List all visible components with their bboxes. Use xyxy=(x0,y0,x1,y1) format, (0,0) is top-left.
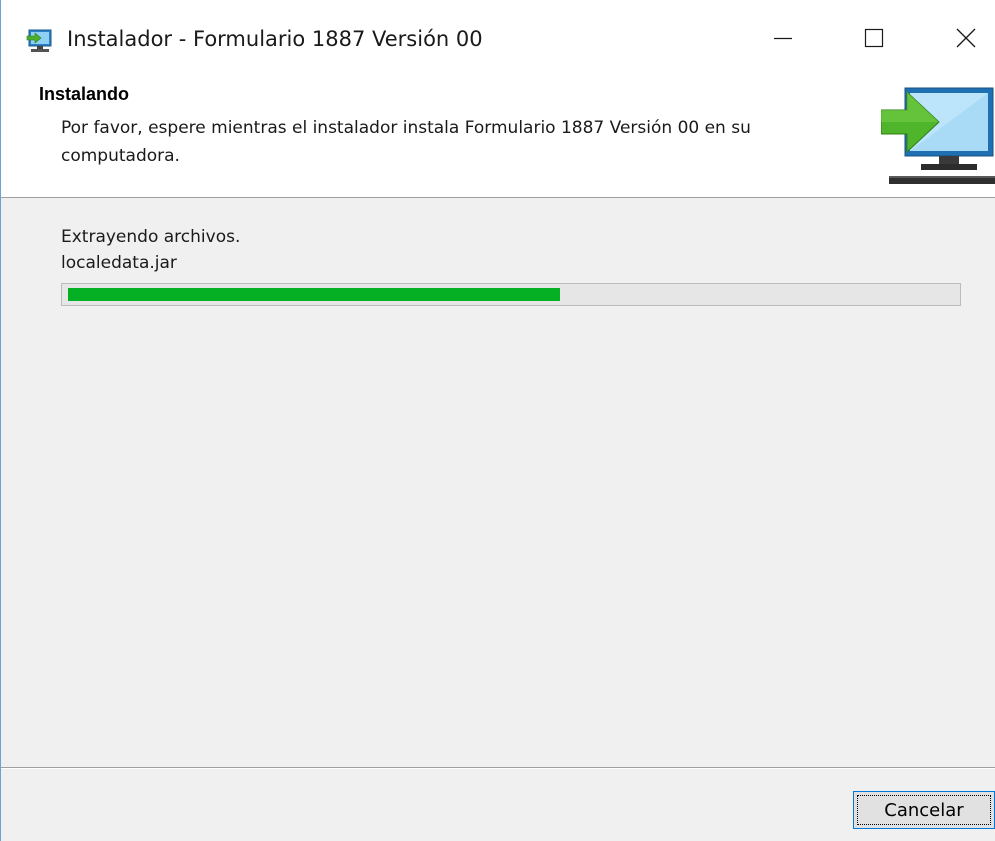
minimize-icon xyxy=(774,37,792,40)
progress-bar-fill xyxy=(68,288,560,301)
page-title: Instalando xyxy=(39,84,130,104)
minimize-button[interactable] xyxy=(753,8,813,68)
progress-bar xyxy=(61,283,961,306)
window-title: Instalador - Formulario 1887 Versión 00 xyxy=(67,27,483,51)
maximize-button[interactable] xyxy=(844,8,904,68)
wizard-body: Extrayendo archivos. localedata.jar xyxy=(1,198,995,768)
status-text: Extrayendo archivos. xyxy=(61,227,241,247)
title-bar[interactable]: Instalador - Formulario 1887 Versión 00 xyxy=(1,0,995,78)
close-icon xyxy=(956,28,976,48)
cancel-button-label: Cancelar xyxy=(884,799,964,821)
computer-install-icon xyxy=(881,87,995,184)
footer-divider xyxy=(1,767,995,769)
close-button[interactable] xyxy=(936,8,995,68)
installer-icon xyxy=(26,29,52,52)
maximize-icon xyxy=(864,28,884,48)
page-description: Por favor, espere mientras el instalador… xyxy=(61,118,751,166)
wizard-header: Instalando Por favor, espere mientras el… xyxy=(1,78,995,198)
cancel-button[interactable]: Cancelar xyxy=(853,791,995,829)
installer-window: Instalador - Formulario 1887 Versión 00 … xyxy=(0,0,995,841)
current-file-text: localedata.jar xyxy=(61,253,177,273)
